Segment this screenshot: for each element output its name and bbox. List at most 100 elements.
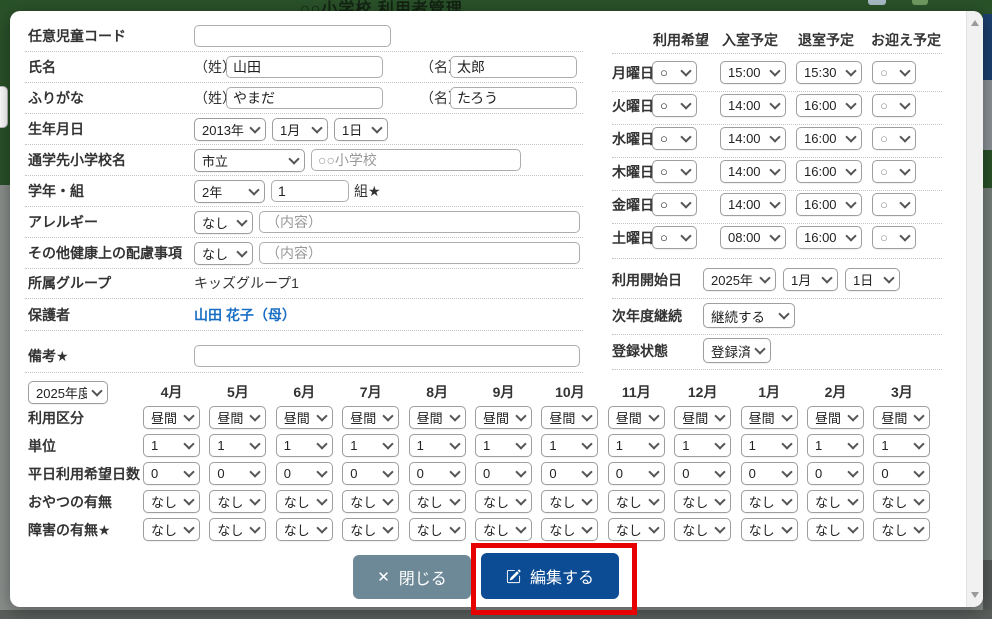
start-day-select[interactable]: 1日 xyxy=(845,268,900,291)
monthly-select-r4-m8[interactable]: なし xyxy=(674,518,731,541)
monthly-select-r2-m11[interactable]: 0 xyxy=(873,462,930,485)
monthly-select-r2-m4[interactable]: 0 xyxy=(409,462,466,485)
monthly-select-r1-m4[interactable]: 1 xyxy=(409,434,466,457)
pickup-select-5[interactable]: ○ xyxy=(872,226,916,249)
fiscal-year-select[interactable]: 2025年度 xyxy=(28,381,108,404)
monthly-select-r1-m1[interactable]: 1 xyxy=(209,434,266,457)
monthly-select-r4-m7[interactable]: なし xyxy=(608,518,665,541)
monthly-select-r0-m11[interactable]: 昼間 xyxy=(873,406,930,429)
monthly-select-r2-m3[interactable]: 0 xyxy=(342,462,399,485)
monthly-select-r4-m3[interactable]: なし xyxy=(342,518,399,541)
wish-select-0[interactable]: ○ xyxy=(652,61,697,84)
name-sei-input[interactable] xyxy=(226,56,383,78)
grade-select[interactable]: 2年 xyxy=(194,180,265,203)
school-name-input[interactable] xyxy=(311,149,521,171)
monthly-select-r3-m2[interactable]: なし xyxy=(276,490,333,513)
monthly-select-r2-m5[interactable]: 0 xyxy=(475,462,532,485)
monthly-select-r0-m7[interactable]: 昼間 xyxy=(608,406,665,429)
monthly-select-r0-m9[interactable]: 昼間 xyxy=(741,406,798,429)
monthly-select-r0-m10[interactable]: 昼間 xyxy=(807,406,864,429)
enter-time-select-1[interactable]: 14:00 xyxy=(720,94,786,117)
monthly-select-r1-m10[interactable]: 1 xyxy=(807,434,864,457)
enter-time-select-4[interactable]: 14:00 xyxy=(720,193,786,216)
close-button[interactable]: ✕ 閉じる xyxy=(353,555,471,599)
pickup-select-1[interactable]: ○ xyxy=(872,94,916,117)
monthly-select-r3-m0[interactable]: なし xyxy=(143,490,200,513)
wish-select-5[interactable]: ○ xyxy=(652,226,697,249)
monthly-select-r1-m5[interactable]: 1 xyxy=(475,434,532,457)
birth-year-select[interactable]: 2013年 xyxy=(194,118,266,141)
monthly-select-r4-m1[interactable]: なし xyxy=(209,518,266,541)
pickup-select-4[interactable]: ○ xyxy=(872,193,916,216)
monthly-select-r2-m8[interactable]: 0 xyxy=(674,462,731,485)
monthly-select-r1-m0[interactable]: 1 xyxy=(143,434,200,457)
monthly-select-r0-m6[interactable]: 昼間 xyxy=(541,406,598,429)
child-code-input[interactable] xyxy=(194,25,391,47)
monthly-select-r4-m0[interactable]: なし xyxy=(143,518,200,541)
guardian-link[interactable]: 山田 花子（母） xyxy=(194,305,296,325)
edit-button[interactable]: 編集する xyxy=(481,553,619,599)
start-month-select[interactable]: 1月 xyxy=(783,268,838,291)
wish-select-4[interactable]: ○ xyxy=(652,193,697,216)
monthly-select-r3-m1[interactable]: なし xyxy=(209,490,266,513)
monthly-select-r3-m7[interactable]: なし xyxy=(608,490,665,513)
monthly-select-r2-m2[interactable]: 0 xyxy=(276,462,333,485)
monthly-select-r4-m2[interactable]: なし xyxy=(276,518,333,541)
pickup-select-2[interactable]: ○ xyxy=(872,127,916,150)
monthly-select-r0-m8[interactable]: 昼間 xyxy=(674,406,731,429)
monthly-select-r2-m10[interactable]: 0 xyxy=(807,462,864,485)
monthly-select-r1-m11[interactable]: 1 xyxy=(873,434,930,457)
pickup-select-3[interactable]: ○ xyxy=(872,160,916,183)
monthly-select-r2-m1[interactable]: 0 xyxy=(209,462,266,485)
monthly-select-r0-m3[interactable]: 昼間 xyxy=(342,406,399,429)
furigana-sei-input[interactable] xyxy=(226,87,383,109)
enter-time-select-5[interactable]: 08:00 xyxy=(720,226,786,249)
monthly-select-r4-m6[interactable]: なし xyxy=(541,518,598,541)
monthly-select-r4-m9[interactable]: なし xyxy=(741,518,798,541)
birth-day-select[interactable]: 1日 xyxy=(334,118,388,141)
monthly-select-r0-m5[interactable]: 昼間 xyxy=(475,406,532,429)
monthly-select-r1-m2[interactable]: 1 xyxy=(276,434,333,457)
pickup-select-0[interactable]: ○ xyxy=(872,61,916,84)
leave-time-select-2[interactable]: 16:00 xyxy=(796,127,862,150)
monthly-select-r3-m5[interactable]: なし xyxy=(475,490,532,513)
monthly-select-r0-m4[interactable]: 昼間 xyxy=(409,406,466,429)
wish-select-1[interactable]: ○ xyxy=(652,94,697,117)
scroll-down-arrow-icon[interactable] xyxy=(971,592,979,598)
allergy-detail-input[interactable] xyxy=(259,211,580,233)
monthly-select-r3-m6[interactable]: なし xyxy=(541,490,598,513)
monthly-select-r4-m4[interactable]: なし xyxy=(409,518,466,541)
enter-time-select-0[interactable]: 15:00 xyxy=(720,61,786,84)
leave-time-select-3[interactable]: 16:00 xyxy=(796,160,862,183)
monthly-select-r3-m4[interactable]: なし xyxy=(409,490,466,513)
leave-time-select-0[interactable]: 15:30 xyxy=(796,61,862,84)
school-type-select[interactable]: 市立 xyxy=(194,149,305,172)
monthly-select-r0-m0[interactable]: 昼間 xyxy=(143,406,200,429)
monthly-select-r1-m9[interactable]: 1 xyxy=(741,434,798,457)
monthly-select-r4-m11[interactable]: なし xyxy=(873,518,930,541)
monthly-select-r0-m1[interactable]: 昼間 xyxy=(209,406,266,429)
scroll-up-arrow-icon[interactable] xyxy=(971,20,979,26)
monthly-select-r2-m0[interactable]: 0 xyxy=(143,462,200,485)
leave-time-select-4[interactable]: 16:00 xyxy=(796,193,862,216)
monthly-select-r1-m3[interactable]: 1 xyxy=(342,434,399,457)
monthly-select-r2-m7[interactable]: 0 xyxy=(608,462,665,485)
monthly-select-r2-m6[interactable]: 0 xyxy=(541,462,598,485)
health-select[interactable]: なし xyxy=(194,242,253,265)
start-year-select[interactable]: 2025年 xyxy=(703,268,776,291)
monthly-select-r3-m11[interactable]: なし xyxy=(873,490,930,513)
health-detail-input[interactable] xyxy=(259,242,580,264)
monthly-select-r1-m6[interactable]: 1 xyxy=(541,434,598,457)
enter-time-select-2[interactable]: 14:00 xyxy=(720,127,786,150)
enter-time-select-3[interactable]: 14:00 xyxy=(720,160,786,183)
modal-scrollbar[interactable] xyxy=(966,11,983,607)
monthly-select-r4-m10[interactable]: なし xyxy=(807,518,864,541)
leave-time-select-5[interactable]: 16:00 xyxy=(796,226,862,249)
status-select[interactable]: 登録済 xyxy=(703,338,771,363)
monthly-select-r3-m3[interactable]: なし xyxy=(342,490,399,513)
next-year-select[interactable]: 継続する xyxy=(703,303,795,328)
wish-select-3[interactable]: ○ xyxy=(652,160,697,183)
furigana-mei-input[interactable] xyxy=(450,87,577,109)
monthly-select-r1-m7[interactable]: 1 xyxy=(608,434,665,457)
wish-select-2[interactable]: ○ xyxy=(652,127,697,150)
